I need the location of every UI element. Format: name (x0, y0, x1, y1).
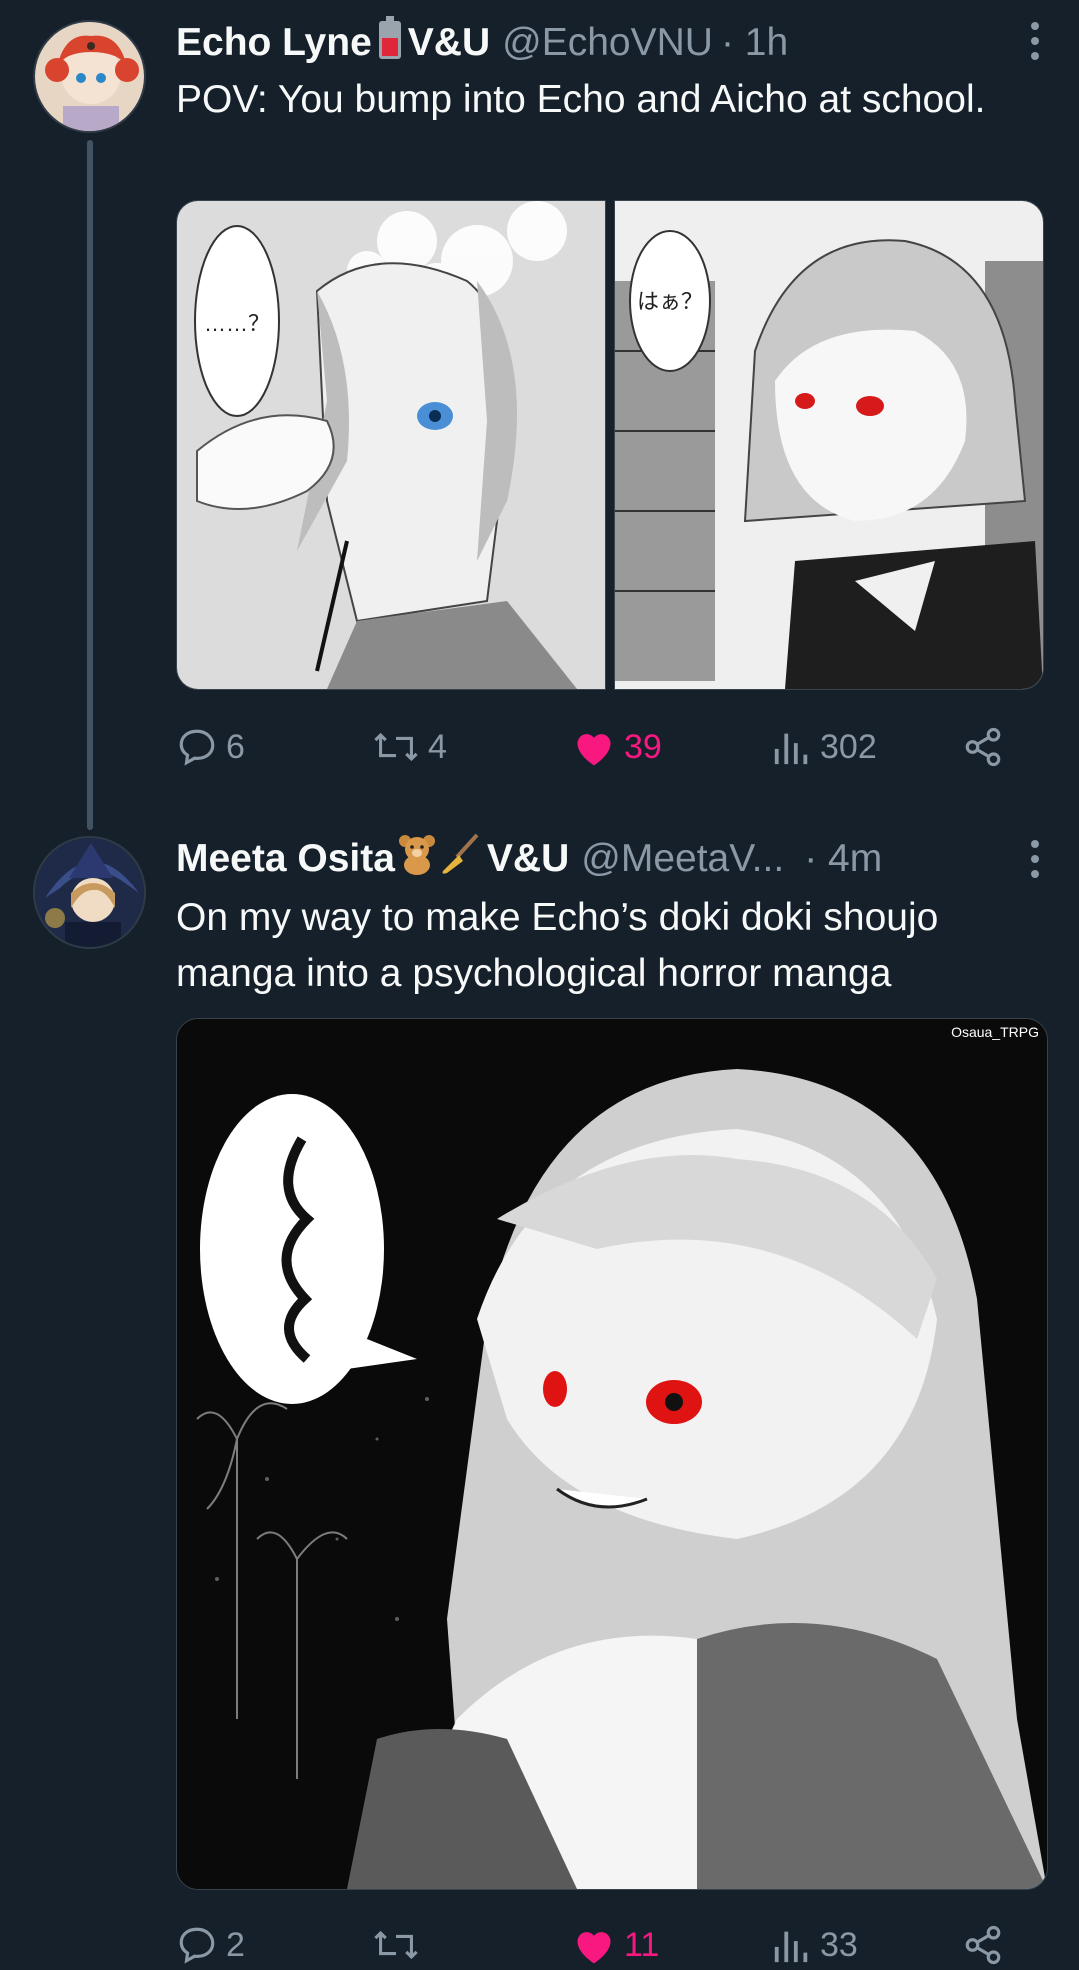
avatar-meeta[interactable] (33, 836, 146, 949)
tweet-time[interactable]: · 1h (721, 21, 788, 65)
share-icon (965, 1925, 1001, 1965)
views-icon (774, 1931, 808, 1963)
reply-button[interactable]: 6 (176, 722, 245, 772)
author-handle[interactable]: @MeetaV... (581, 837, 784, 881)
heart-filled-icon (577, 734, 611, 766)
share-icon (965, 727, 1001, 767)
tweet-text: On my way to make Echo’s doki doki shouj… (176, 896, 939, 995)
reply-button[interactable]: 2 (176, 1920, 245, 1970)
tweet-text: POV: You bump into Echo and Aicho at sch… (176, 78, 986, 121)
author-name[interactable]: Meeta Osita (176, 837, 395, 881)
more-options-icon[interactable] (1031, 840, 1041, 878)
author-name[interactable]: Echo Lyne (176, 21, 372, 65)
views-button[interactable]: 33 (772, 1920, 858, 1970)
tweet-time[interactable]: · 4m (804, 837, 882, 881)
reply-count: 6 (226, 727, 245, 766)
more-options-icon[interactable] (1031, 22, 1041, 60)
teddy-bear-icon (397, 833, 437, 885)
view-count: 33 (820, 1925, 858, 1964)
heart-filled-icon (577, 1932, 611, 1964)
thread-line (87, 140, 93, 830)
reply-icon (179, 1927, 215, 1964)
views-button[interactable]: 302 (772, 722, 877, 772)
tweet-actions: 2 11 33 (176, 1920, 1016, 1970)
tweet-header: Meeta Osita V&U @MeetaV... · 4m (176, 833, 1059, 885)
retweet-button[interactable] (372, 1920, 428, 1970)
reply-icon (179, 729, 215, 766)
avatar-echo[interactable] (33, 20, 146, 133)
retweet-icon (374, 1930, 418, 1960)
retweet-icon (374, 732, 418, 762)
like-button[interactable]: 39 (572, 722, 662, 772)
media-image-right[interactable]: はぁ？ (614, 200, 1044, 690)
like-count: 39 (624, 727, 662, 766)
views-icon (774, 733, 808, 765)
share-button[interactable] (962, 1920, 1004, 1970)
reply-count: 2 (226, 1925, 245, 1964)
media-image[interactable]: Osaua_TRPG (176, 1018, 1048, 1890)
share-button[interactable] (962, 722, 1004, 772)
tweet-meeta[interactable]: Meeta Osita V&U @MeetaV... · 4m On my wa… (0, 810, 1079, 1966)
battery-icon (378, 16, 402, 70)
tweet-echo[interactable]: Echo Lyne V&U @EchoVNU · 1h POV: You bum… (0, 0, 1079, 830)
speech-bubble-text: ……？ (204, 311, 270, 336)
like-count: 11 (624, 1925, 660, 1964)
tweet-actions: 6 4 39 302 (176, 722, 1016, 772)
author-suffix: V&U (407, 21, 491, 64)
speech-bubble-text: はぁ？ (637, 289, 703, 314)
tweet-header: Echo Lyne V&U @EchoVNU · 1h (176, 16, 1059, 70)
like-button[interactable]: 11 (572, 1920, 659, 1970)
broom-icon (439, 833, 479, 885)
media-image-left[interactable]: ……？ (176, 200, 606, 690)
retweet-button[interactable]: 4 (372, 722, 447, 772)
author-suffix: V&U (486, 837, 570, 880)
retweet-count: 4 (428, 727, 447, 766)
view-count: 302 (820, 727, 877, 766)
image-watermark: Osaua_TRPG (951, 1024, 1039, 1040)
author-handle[interactable]: @EchoVNU (502, 21, 713, 65)
